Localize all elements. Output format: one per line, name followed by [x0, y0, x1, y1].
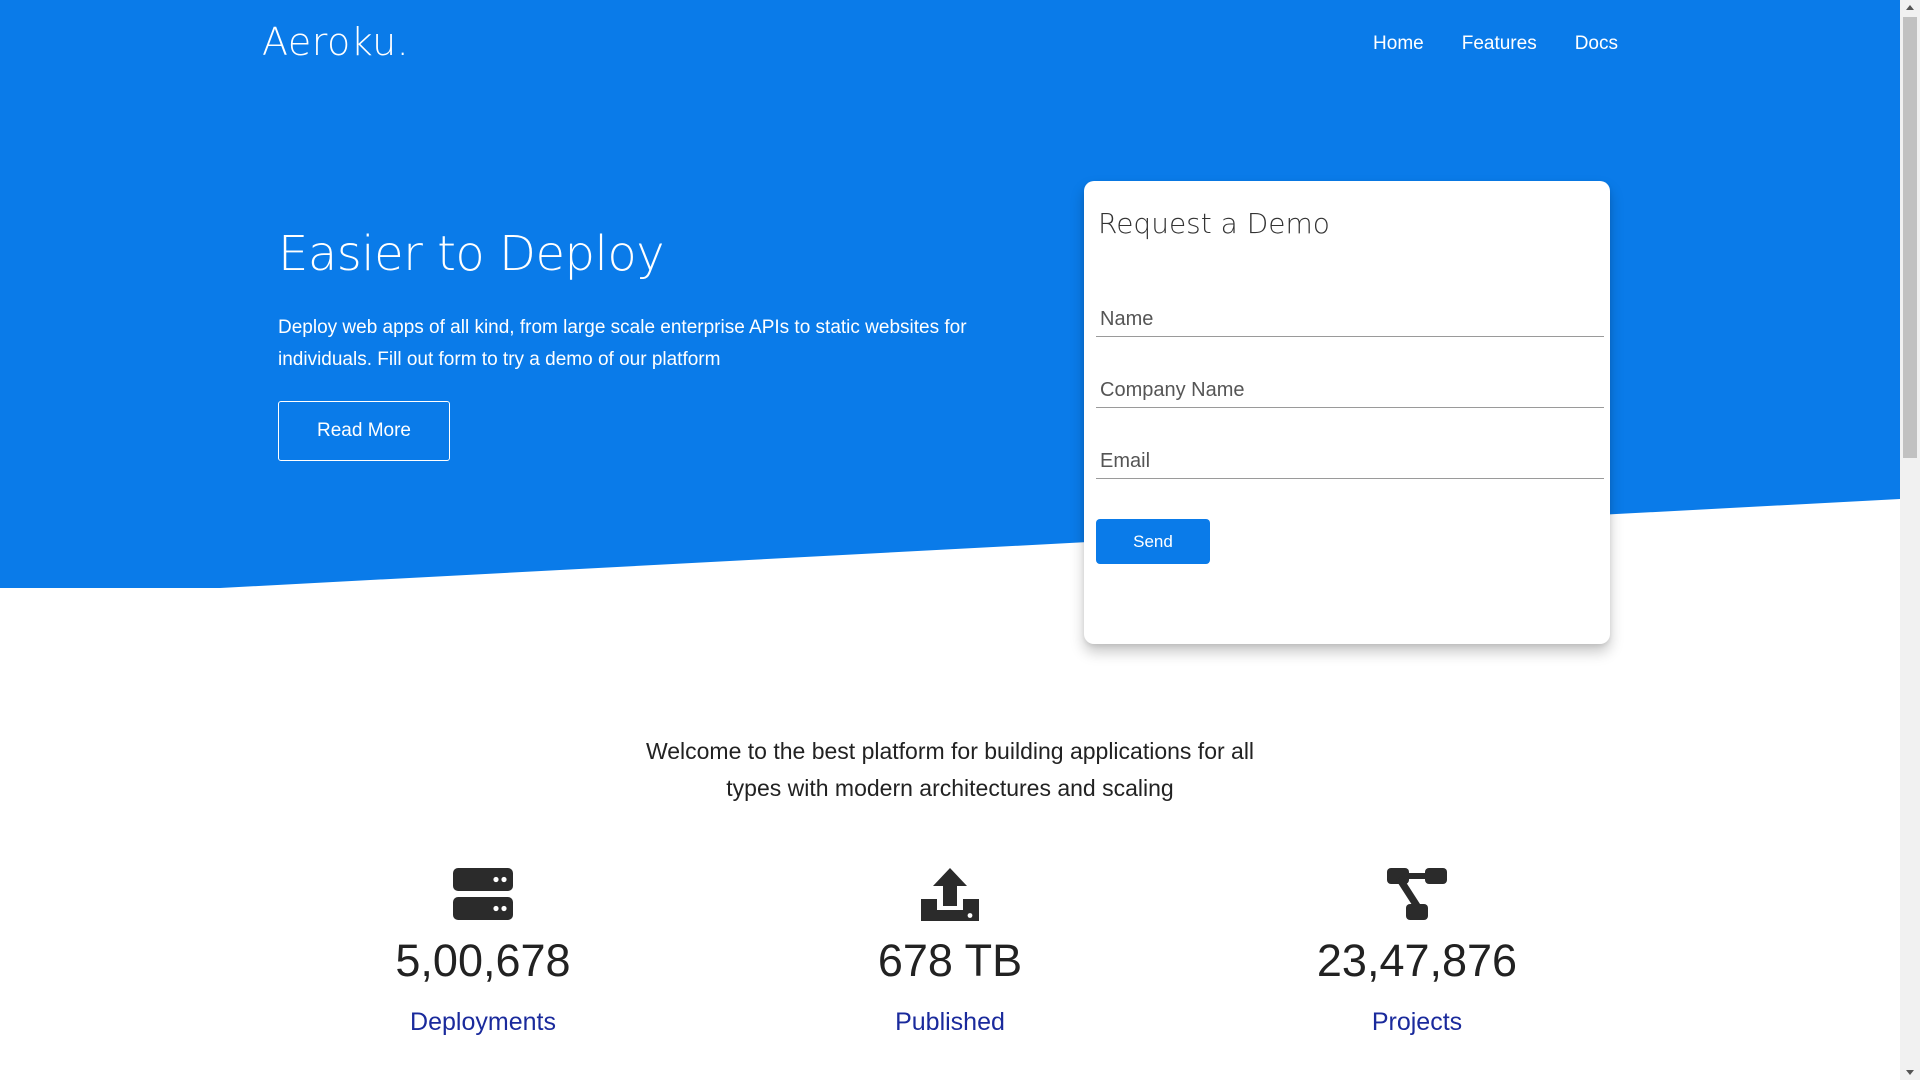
- stat-published: 678 TB Published: [770, 866, 1130, 1037]
- read-more-button[interactable]: Read More: [278, 401, 450, 461]
- page: Aeroku. Home Features Docs Easier to Dep…: [0, 0, 1900, 1080]
- project-diagram-icon: [1387, 868, 1447, 920]
- welcome-line-1: Welcome to the best platform for buildin…: [645, 738, 1255, 764]
- main-nav: Home Features Docs: [1373, 33, 1618, 55]
- scrollbar-thumb[interactable]: [1903, 17, 1917, 458]
- vertical-scrollbar[interactable]: [1900, 0, 1920, 1080]
- hero-title: Easier to Deploy: [278, 226, 665, 282]
- stat-deployments: 5,00,678 Deployments: [303, 866, 663, 1037]
- stat-projects: 23,47,876 Projects: [1237, 866, 1597, 1037]
- welcome-line-2: types with modern architectures and scal…: [726, 775, 1174, 801]
- scroll-up-arrow-icon[interactable]: [1906, 5, 1914, 10]
- stat-label: Deployments: [410, 1008, 556, 1036]
- request-demo-card: Request a Demo Send: [1084, 181, 1610, 644]
- company-name-field[interactable]: [1096, 368, 1604, 408]
- hero-description: Deploy web apps of all kind, from large …: [278, 317, 967, 370]
- email-field[interactable]: [1096, 439, 1604, 479]
- upload-icon: [921, 868, 979, 921]
- stat-value: 23,47,876: [1316, 935, 1518, 986]
- stat-value: 678 TB: [877, 935, 1023, 986]
- scroll-down-arrow-icon[interactable]: [1906, 1070, 1914, 1075]
- stat-label: Published: [895, 1008, 1005, 1036]
- nav-item-home[interactable]: Home: [1373, 33, 1424, 55]
- send-button[interactable]: Send: [1096, 519, 1210, 564]
- server-icon: [453, 868, 513, 920]
- request-demo-title: Request a Demo: [1098, 207, 1330, 240]
- stat-value: 5,00,678: [395, 935, 571, 986]
- nav-item-docs[interactable]: Docs: [1575, 33, 1618, 55]
- name-field[interactable]: [1096, 297, 1604, 337]
- hero-background: [0, 0, 1900, 588]
- brand-logo[interactable]: Aeroku.: [262, 20, 409, 64]
- nav-item-features[interactable]: Features: [1462, 33, 1537, 55]
- stat-label: Projects: [1371, 1008, 1463, 1036]
- welcome-text: Welcome to the best platform for buildin…: [0, 733, 1900, 807]
